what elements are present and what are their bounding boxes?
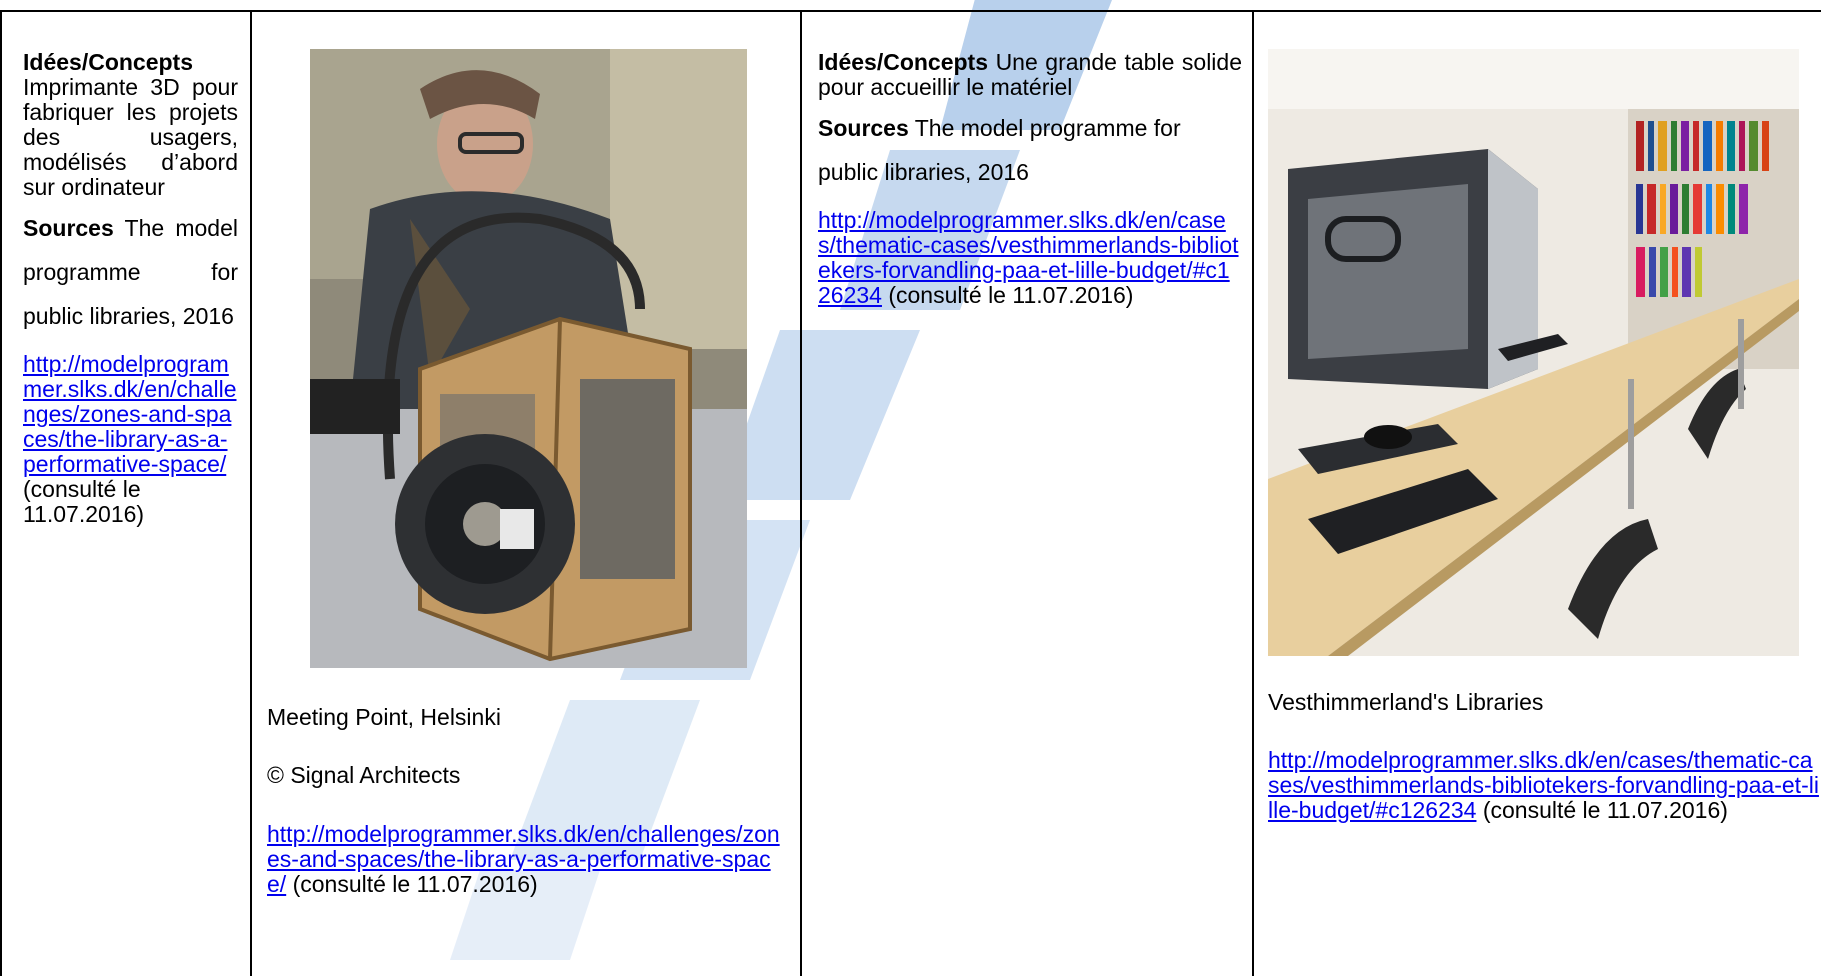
link-paragraph-2: http://modelprogrammer.slks.dk/en/challe… [267,822,787,897]
photo-credit-2: © Signal Architects [267,762,461,788]
column-divider-1 [250,10,252,976]
library-photo [1268,49,1799,656]
column-divider-2 [800,10,802,976]
idea-text-1: Imprimante 3D pour fabriquer les projets… [23,74,238,200]
photo-caption-2: Meeting Point, Helsinki [267,704,501,730]
sources-label-1: Sources [23,215,114,241]
table-top-border [0,10,1821,12]
idea-heading-3: Idées/Concepts [818,49,988,75]
consulted-date-3: (consulté le 11.07.2016) [888,282,1134,308]
link-paragraph-4: http://modelprogrammer.slks.dk/en/cases/… [1268,748,1821,823]
idea-heading-1: Idées/Concepts [23,49,193,75]
photo-caption-4: Vesthimmerland's Libraries [1268,689,1544,715]
consulted-date-1: (consulté le 11.07.2016) [23,476,145,527]
consulted-date-4: (consulté le 11.07.2016) [1482,797,1728,823]
column-1: Idées/Concepts Imprimante 3D pour fabriq… [23,50,238,541]
link-paragraph-1: http://modelprogrammer.slks.dk/en/challe… [23,352,238,527]
source-link-1[interactable]: http://modelprogrammer.slks.dk/en/challe… [23,351,236,477]
printer-photo [310,49,747,668]
idea-paragraph-1: Idées/Concepts Imprimante 3D pour fabriq… [23,50,238,200]
link-paragraph-3: http://modelprogrammer.slks.dk/en/cases/… [818,208,1242,308]
sources-paragraph-3: Sources The model programme for public l… [818,106,1242,194]
column-3: Idées/Concepts Une grande table solide p… [818,50,1242,322]
sources-label-3: Sources [818,115,909,141]
table-border-left [0,10,2,976]
document-page: Idées/Concepts Imprimante 3D pour fabriq… [0,0,1821,976]
sources-paragraph-1: Sources The model programme for public l… [23,206,238,338]
column-divider-3 [1252,10,1254,976]
consulted-date-2: (consulté le 11.07.2016) [292,871,538,897]
idea-paragraph-3: Idées/Concepts Une grande table solide p… [818,50,1242,100]
